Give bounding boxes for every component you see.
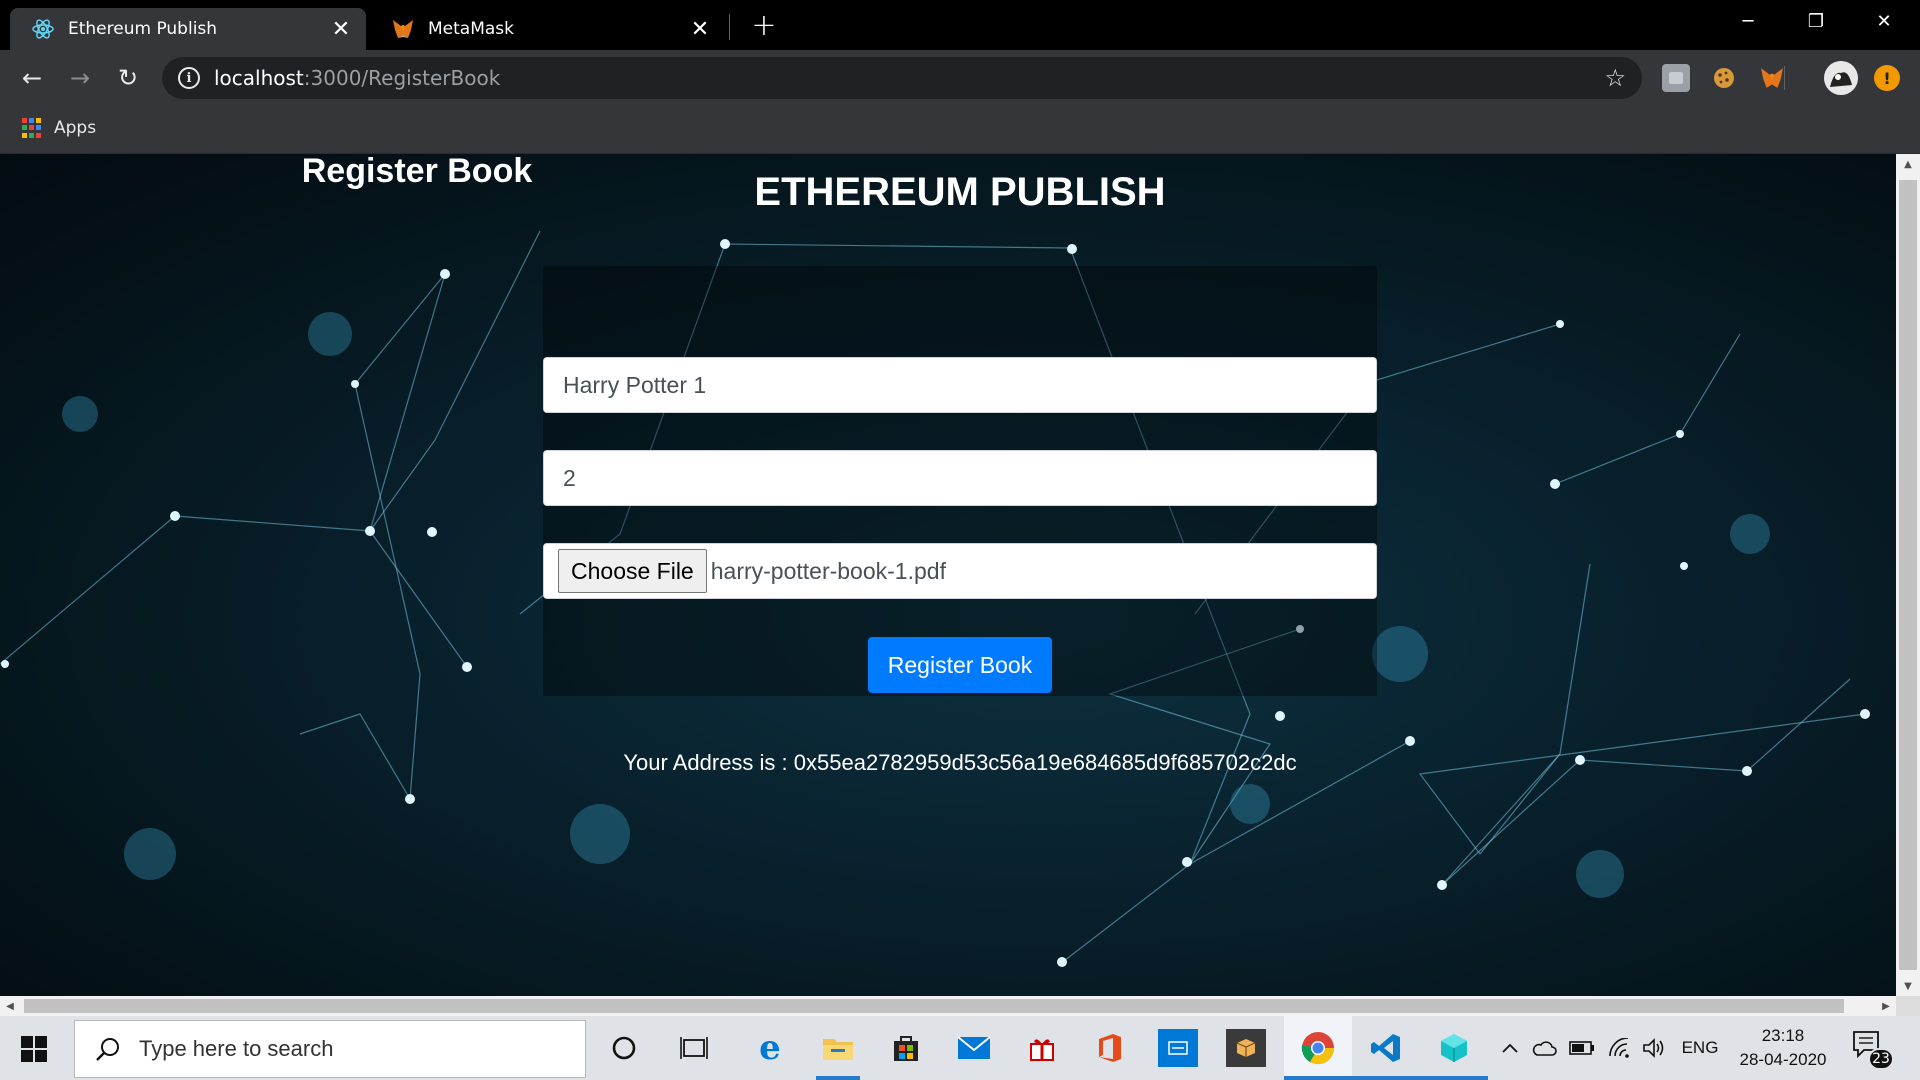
input-language[interactable]: ENG (1678, 1036, 1722, 1060)
chrome-icon[interactable] (1296, 1026, 1340, 1070)
update-alert-icon[interactable]: ! (1874, 65, 1900, 91)
url-text: localhost:3000/RegisterBook (214, 66, 501, 90)
forward-icon[interactable]: → (62, 60, 98, 96)
new-tab-button[interactable]: + (748, 8, 780, 43)
horizontal-scrollbar[interactable]: ◀ ▶ (0, 996, 1896, 1016)
restore-icon[interactable]: ❐ (1788, 0, 1844, 42)
tab-metamask[interactable]: MetaMask ✕ (370, 8, 725, 50)
book-name-input[interactable]: Harry Potter 1 (543, 357, 1377, 413)
close-window-icon[interactable]: ✕ (1856, 0, 1912, 42)
metamask-fox-icon (392, 18, 414, 40)
profile-avatar[interactable] (1824, 61, 1858, 95)
running-indicator (816, 1076, 860, 1080)
address-label: Your Address is : (623, 750, 794, 775)
microsoft-store-icon[interactable] (884, 1026, 928, 1070)
app-window-icon[interactable] (1158, 1029, 1198, 1067)
task-view-icon[interactable] (672, 1026, 716, 1070)
close-tab-icon[interactable]: ✕ (326, 14, 356, 44)
site-info-icon[interactable]: i (178, 67, 200, 89)
clock-time: 23:18 (1761, 1026, 1805, 1045)
register-book-button[interactable]: Register Book (868, 637, 1052, 693)
action-center-button[interactable]: 23 (1852, 1030, 1894, 1070)
price-value: 2 (563, 464, 576, 491)
apps-grid-icon (22, 118, 42, 138)
bookmark-apps[interactable]: Apps (22, 118, 96, 138)
back-icon[interactable]: ← (14, 60, 50, 96)
bookmarks-bar: Apps (0, 106, 1920, 154)
running-indicator (1420, 1076, 1488, 1080)
running-indicator (1284, 1076, 1352, 1080)
mail-icon[interactable] (952, 1026, 996, 1070)
vscode-icon[interactable] (1364, 1026, 1408, 1070)
extension-icon[interactable] (1662, 64, 1690, 92)
scrollbar-thumb[interactable] (24, 999, 1844, 1013)
wallet-address-text: Your Address is : 0x55ea2782959d53c56a19… (0, 750, 1920, 776)
file-input[interactable]: Choose File harry-potter-book-1.pdf (543, 543, 1377, 599)
choose-file-button[interactable]: Choose File (558, 549, 707, 593)
tab-title: MetaMask (428, 19, 514, 39)
tab-ethereum-publish[interactable]: Ethereum Publish ✕ (10, 8, 366, 50)
react-icon (32, 18, 54, 40)
file-explorer-icon[interactable] (816, 1026, 860, 1070)
battery-icon[interactable] (1568, 1036, 1596, 1060)
browser-toolbar: ← → ↻ i localhost:3000/RegisterBook ☆ ! (0, 50, 1920, 106)
scrollbar-thumb[interactable] (1899, 180, 1917, 970)
cortana-icon[interactable] (602, 1026, 646, 1070)
address-value: 0x55ea2782959d53c56a19e684685d9f685702c2… (793, 750, 1297, 775)
windows-start-icon[interactable] (14, 1032, 54, 1066)
scroll-down-icon[interactable]: ▼ (1896, 976, 1920, 996)
edge-browser-icon[interactable]: e (748, 1026, 792, 1070)
cookie-extension-icon[interactable] (1710, 64, 1738, 92)
scroll-right-icon[interactable]: ▶ (1876, 996, 1896, 1016)
bookmark-star-icon[interactable]: ☆ (1604, 64, 1626, 92)
book-name-value: Harry Potter 1 (563, 371, 707, 398)
notification-count-badge: 23 (1868, 1048, 1894, 1070)
selected-file-name: harry-potter-book-1.pdf (710, 557, 946, 584)
clock-date: 28-04-2020 (1739, 1050, 1827, 1069)
minimize-icon[interactable]: ─ (1720, 0, 1776, 42)
onedrive-cloud-icon[interactable] (1530, 1036, 1558, 1060)
office-icon[interactable] (1088, 1026, 1132, 1070)
bookmark-label: Apps (54, 118, 97, 138)
scroll-left-icon[interactable]: ◀ (0, 996, 20, 1016)
scrollbar-corner (1896, 996, 1920, 1016)
taskbar-search-box[interactable]: Type here to search (74, 1020, 586, 1078)
vertical-scrollbar[interactable]: ▲ ▼ (1896, 154, 1920, 996)
show-hidden-icons-icon[interactable] (1498, 1036, 1522, 1060)
address-bar[interactable]: i localhost:3000/RegisterBook ☆ (162, 57, 1642, 99)
scroll-up-icon[interactable]: ▲ (1896, 154, 1920, 174)
volume-icon[interactable] (1640, 1036, 1668, 1060)
tab-strip: Ethereum Publish ✕ MetaMask ✕ + ─ ❐ ✕ (0, 0, 1920, 50)
cube-app-icon[interactable] (1432, 1026, 1476, 1070)
tab-separator (729, 14, 730, 40)
gift-app-icon[interactable] (1020, 1026, 1064, 1070)
reload-icon[interactable]: ↻ (110, 60, 146, 96)
taskbar: Type here to search e ENG 23:18 28-04-20… (0, 1016, 1920, 1080)
tab-title: Ethereum Publish (68, 19, 218, 39)
running-indicator (1352, 1076, 1420, 1080)
toolbar-separator (1784, 66, 1785, 90)
metamask-extension-icon[interactable] (1758, 64, 1786, 92)
close-tab-icon[interactable]: ✕ (685, 14, 715, 44)
wifi-icon[interactable] (1606, 1036, 1634, 1060)
package-app-icon[interactable] (1226, 1029, 1266, 1067)
form-title: Register Book (301, 152, 533, 190)
search-icon (93, 1034, 123, 1064)
system-clock[interactable]: 23:18 28-04-2020 (1726, 1024, 1840, 1072)
price-input[interactable]: 2 (543, 450, 1377, 506)
search-placeholder: Type here to search (139, 1036, 334, 1061)
